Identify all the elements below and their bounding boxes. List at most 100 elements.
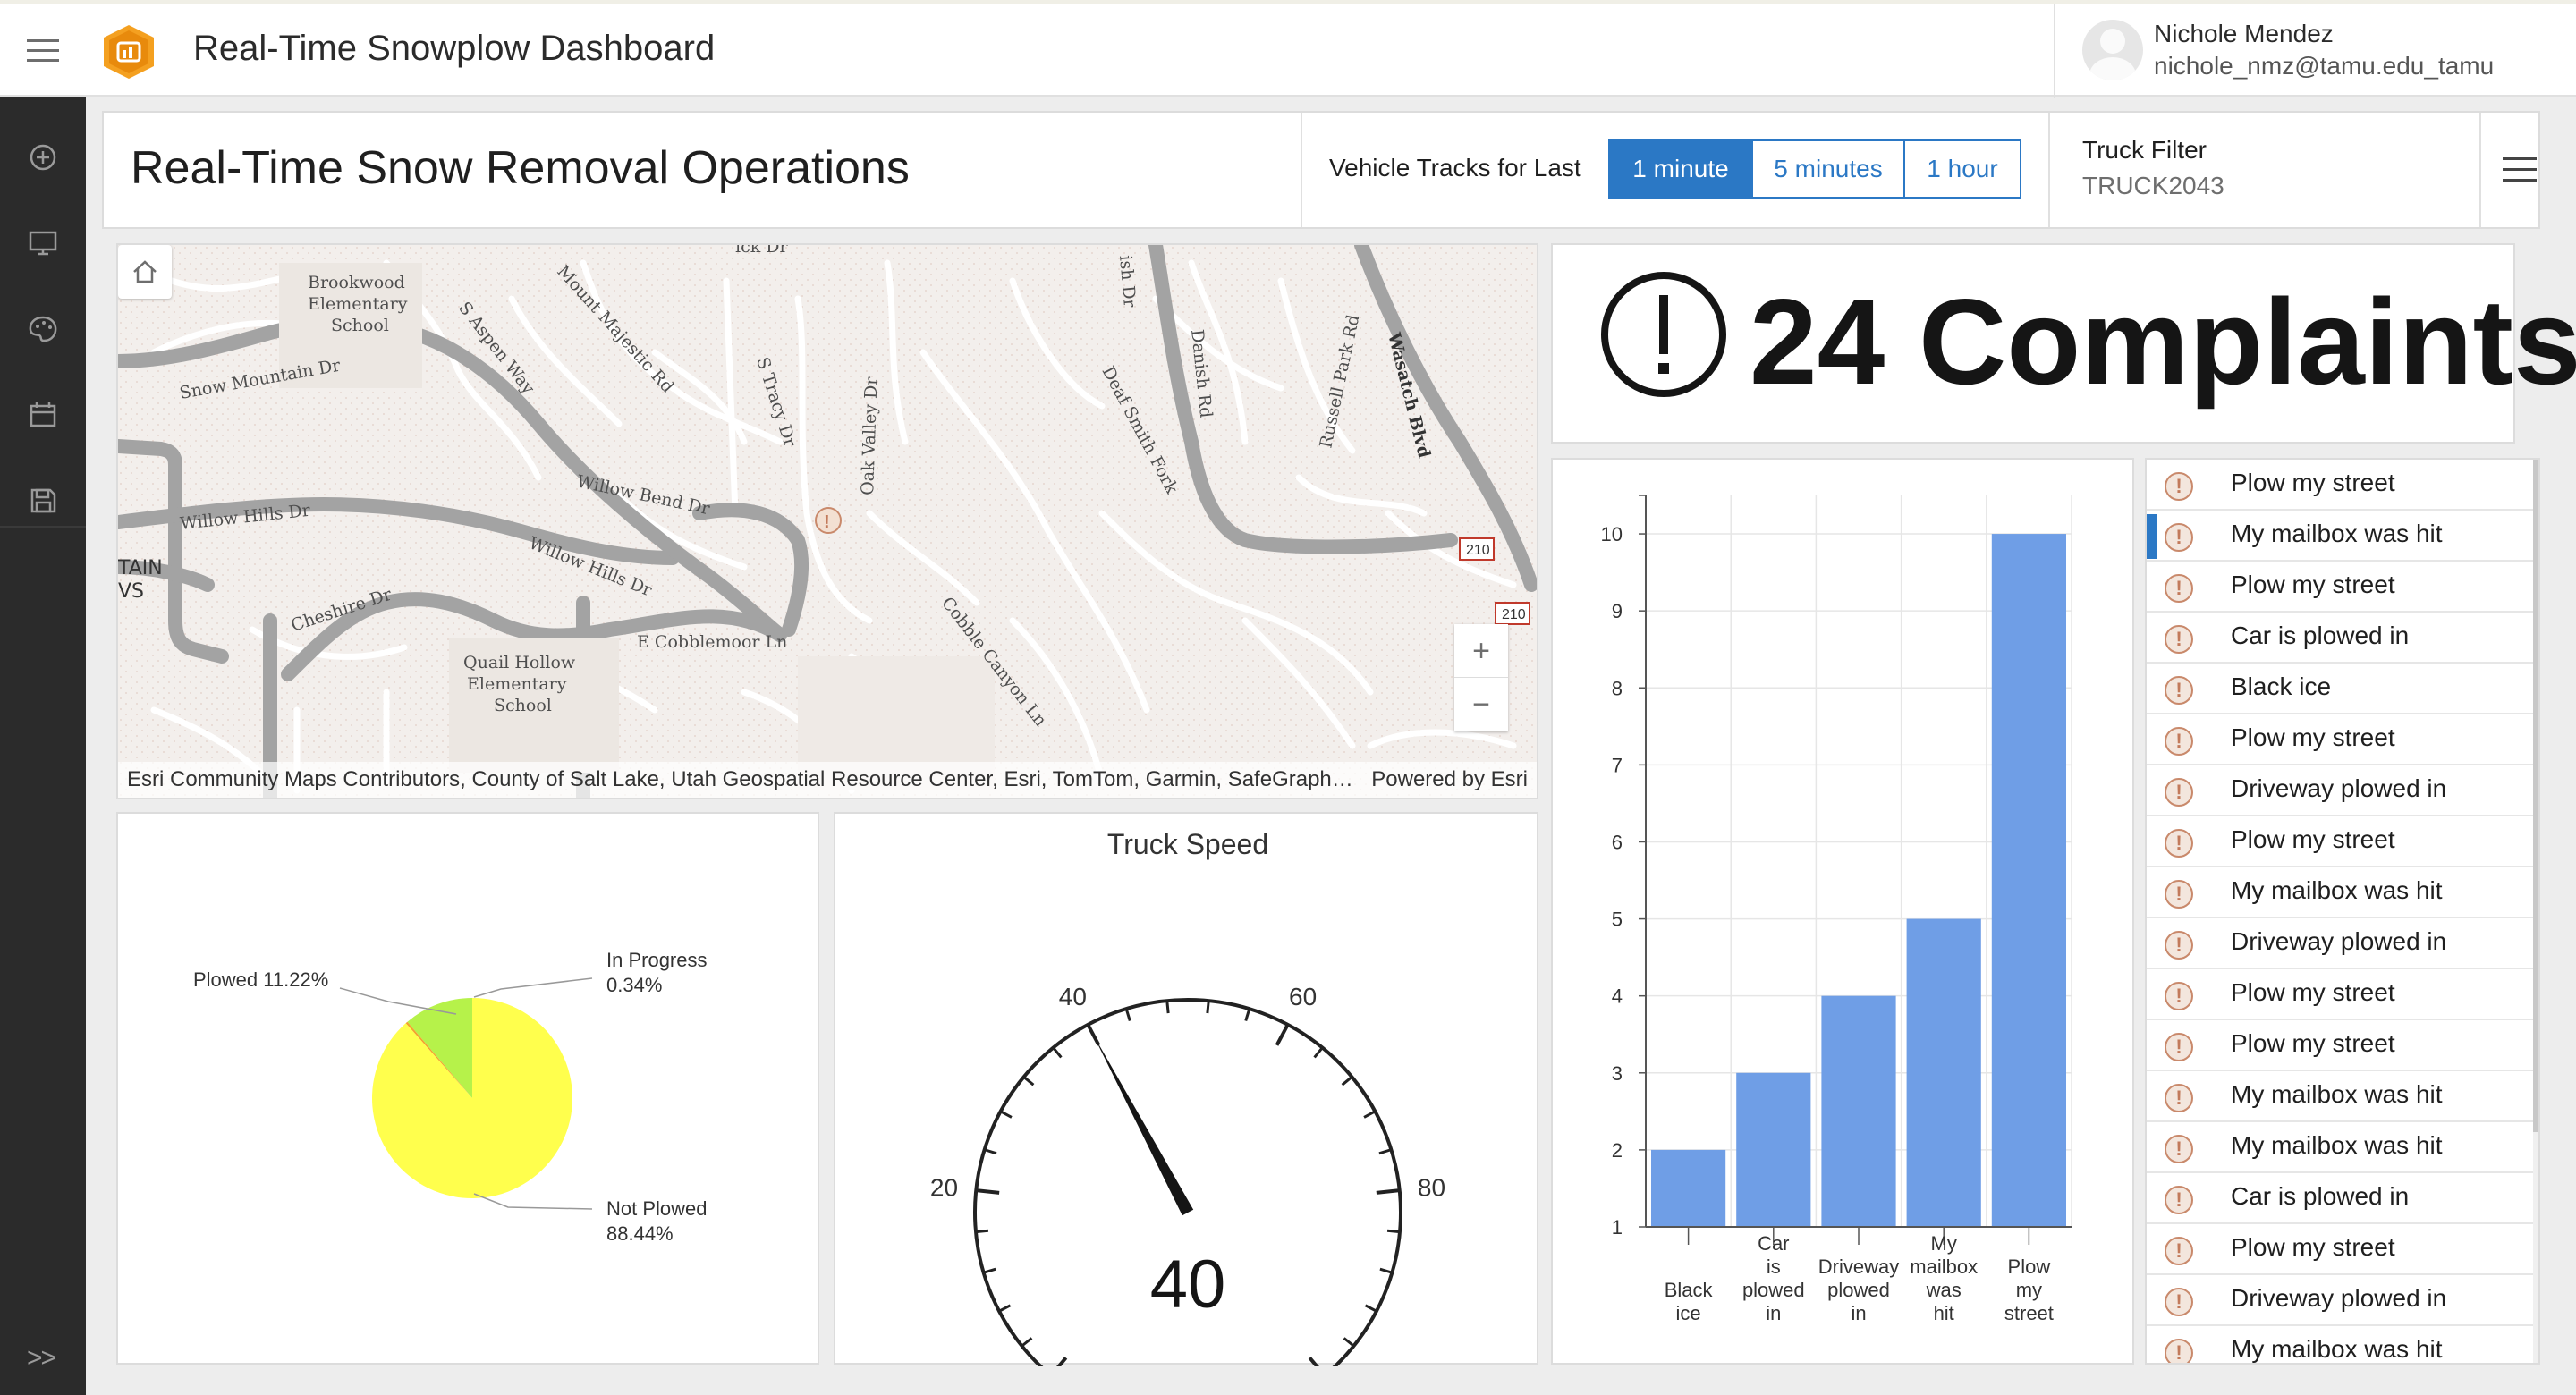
truck-filter-label: Truck Filter bbox=[2082, 136, 2207, 164]
alert-icon: ! bbox=[2165, 472, 2193, 501]
complaints-count-card: 24 Complaints bbox=[1551, 243, 2576, 444]
complaint-list-item-label: My mailbox was hit bbox=[2231, 520, 2443, 547]
plow-status-pie-chart: Plowed 11.22% In Progress 0.34% Not Plow… bbox=[116, 812, 819, 1365]
gauge-tick bbox=[1341, 1076, 1353, 1086]
complaint-list-item-label: Driveway plowed in bbox=[2231, 774, 2447, 802]
route-label-1: 210 bbox=[1466, 543, 1490, 558]
track-1-hour-button[interactable]: 1 hour bbox=[1903, 140, 2021, 199]
map-label-vs: VS bbox=[118, 580, 144, 603]
complaint-list-item[interactable]: ! Car is plowed in bbox=[2147, 613, 2533, 664]
complaint-list-item[interactable]: ! Driveway plowed in bbox=[2147, 918, 2533, 969]
complaint-list-item[interactable]: ! My mailbox was hit bbox=[2147, 1122, 2533, 1173]
complaint-list-item[interactable]: ! Car is plowed in bbox=[2147, 1173, 2533, 1224]
x-axis-tick-label: hit bbox=[1934, 1302, 1954, 1324]
y-axis-tick-label: 7 bbox=[1612, 754, 1623, 776]
bar[interactable] bbox=[1821, 995, 1896, 1227]
vehicle-tracks-selector: Vehicle Tracks for Last 1 minute 5 minut… bbox=[1301, 113, 2050, 227]
bar[interactable] bbox=[1906, 918, 1981, 1227]
truck-filter-value[interactable]: TRUCK2043 bbox=[2082, 172, 2224, 200]
complaint-list-item[interactable]: ! Plow my street bbox=[2147, 460, 2533, 511]
calendar-icon[interactable] bbox=[25, 397, 61, 433]
gauge-needle bbox=[1091, 1032, 1194, 1216]
gauge-tick bbox=[1364, 1304, 1377, 1313]
gauge-tick bbox=[1275, 1023, 1290, 1046]
complaint-list-item[interactable]: ! My mailbox was hit bbox=[2147, 867, 2533, 918]
route-label-2: 210 bbox=[1502, 607, 1526, 622]
pie-label-in-progress: In Progress bbox=[606, 949, 708, 971]
complaint-list-item[interactable]: ! Plow my street bbox=[2147, 969, 2533, 1020]
complaint-list-item[interactable]: ! My mailbox was hit bbox=[2147, 1071, 2533, 1122]
gauge-tick bbox=[1124, 1008, 1131, 1021]
alert-icon: ! bbox=[2165, 1135, 2193, 1163]
zoom-out-button[interactable]: − bbox=[1454, 678, 1508, 731]
map-canvas[interactable]: Brookwood Elementary School Quail Hollow… bbox=[118, 245, 1538, 799]
complaint-list-item[interactable]: ! Plow my street bbox=[2147, 1224, 2533, 1275]
x-axis-tick-label: Driveway bbox=[1818, 1256, 1899, 1278]
complaint-list-item[interactable]: ! Plow my street bbox=[2147, 714, 2533, 765]
complaint-list-item[interactable]: ! Driveway plowed in bbox=[2147, 765, 2533, 816]
map-label-quail-2: Elementary bbox=[467, 674, 567, 694]
palette-icon[interactable] bbox=[25, 311, 61, 347]
complaint-list-item[interactable]: ! Plow my street bbox=[2147, 1020, 2533, 1071]
panel-menu-icon[interactable] bbox=[2503, 157, 2537, 190]
map-attribution: Esri Community Maps Contributors, County… bbox=[118, 762, 1537, 798]
alert-icon: ! bbox=[2165, 1033, 2193, 1061]
y-axis-tick-label: 2 bbox=[1612, 1139, 1623, 1162]
save-icon[interactable] bbox=[25, 483, 61, 519]
x-axis-tick-label: is bbox=[1767, 1256, 1781, 1278]
complaint-list-item-label: Plow my street bbox=[2231, 469, 2395, 496]
x-axis-tick-label: Black bbox=[1665, 1279, 1714, 1301]
user-menu[interactable]: Nichole Mendez nichole_nmz@tamu.edu_tamu bbox=[2054, 4, 2576, 98]
gauge-tick bbox=[1386, 1229, 1401, 1234]
map-view[interactable]: Brookwood Elementary School Quail Hollow… bbox=[116, 243, 1538, 799]
gauge-tick bbox=[1056, 1357, 1068, 1366]
list-scrollbar[interactable] bbox=[2533, 460, 2538, 1363]
complaint-list-item[interactable]: ! My mailbox was hit bbox=[2147, 511, 2533, 562]
complaint-list-item-label: Black ice bbox=[2231, 672, 2332, 700]
complaint-list-item[interactable]: ! Plow my street bbox=[2147, 816, 2533, 867]
pie-label-not-plowed: Not Plowed bbox=[606, 1197, 708, 1220]
x-axis-tick-label: mailbox bbox=[1910, 1256, 1978, 1278]
alert-icon: ! bbox=[2165, 880, 2193, 909]
gauge-tick bbox=[1343, 1337, 1355, 1348]
complaint-list-item[interactable]: ! My mailbox was hit bbox=[2147, 1326, 2533, 1363]
complaint-list-item[interactable]: ! Plow my street bbox=[2147, 562, 2533, 613]
x-axis-tick-label: in bbox=[1851, 1302, 1866, 1324]
alert-circle-icon bbox=[1601, 272, 1726, 397]
truck-speed-gauge: Truck Speed 020406080100 40 bbox=[834, 812, 1538, 1366]
gauge-tick bbox=[1313, 1046, 1324, 1059]
x-axis-tick-label: was bbox=[1926, 1279, 1962, 1301]
y-axis-tick-label: 1 bbox=[1612, 1216, 1623, 1239]
bar[interactable] bbox=[1991, 534, 2066, 1227]
gauge-tick bbox=[976, 1188, 1000, 1195]
home-icon[interactable] bbox=[118, 245, 172, 299]
bar[interactable] bbox=[1736, 1072, 1811, 1227]
complaint-list-item-label: Plow my street bbox=[2231, 978, 2395, 1006]
alert-icon: ! bbox=[2165, 523, 2193, 552]
complaint-list-item[interactable]: ! Driveway plowed in bbox=[2147, 1275, 2533, 1326]
complaint-list-item-label: Plow my street bbox=[2231, 1233, 2395, 1261]
gauge-tick-label: 20 bbox=[930, 1173, 958, 1201]
expand-sidebar-icon[interactable]: >> bbox=[27, 1343, 56, 1374]
track-1-minute-button[interactable]: 1 minute bbox=[1608, 140, 1753, 199]
track-5-minutes-button[interactable]: 5 minutes bbox=[1751, 140, 1905, 199]
zoom-in-button[interactable]: + bbox=[1454, 624, 1508, 678]
monitor-icon[interactable] bbox=[25, 225, 61, 261]
alert-icon: ! bbox=[2165, 1339, 2193, 1363]
gauge-tick bbox=[1021, 1337, 1033, 1348]
user-email: nichole_nmz@tamu.edu_tamu bbox=[2154, 52, 2495, 80]
powered-by-esri[interactable]: Powered by Esri bbox=[1371, 762, 1528, 798]
page-title: Real-Time Snow Removal Operations bbox=[131, 142, 910, 194]
pie-slice-not-plowed[interactable] bbox=[372, 998, 572, 1198]
gauge-tick-label: 40 bbox=[1059, 983, 1087, 1010]
alert-icon: ! bbox=[2165, 982, 2193, 1010]
svg-text:!: ! bbox=[824, 512, 830, 532]
complaint-list-item-label: Plow my street bbox=[2231, 723, 2395, 751]
hamburger-menu-icon[interactable] bbox=[27, 39, 59, 69]
bar[interactable] bbox=[1651, 1149, 1726, 1227]
add-icon[interactable] bbox=[25, 140, 61, 175]
vehicle-tracks-label: Vehicle Tracks for Last bbox=[1329, 154, 1581, 182]
complaint-list-item[interactable]: ! Black ice bbox=[2147, 664, 2533, 714]
complaint-marker-icon[interactable]: ! bbox=[815, 507, 842, 534]
x-axis-tick-label: ice bbox=[1676, 1302, 1701, 1324]
